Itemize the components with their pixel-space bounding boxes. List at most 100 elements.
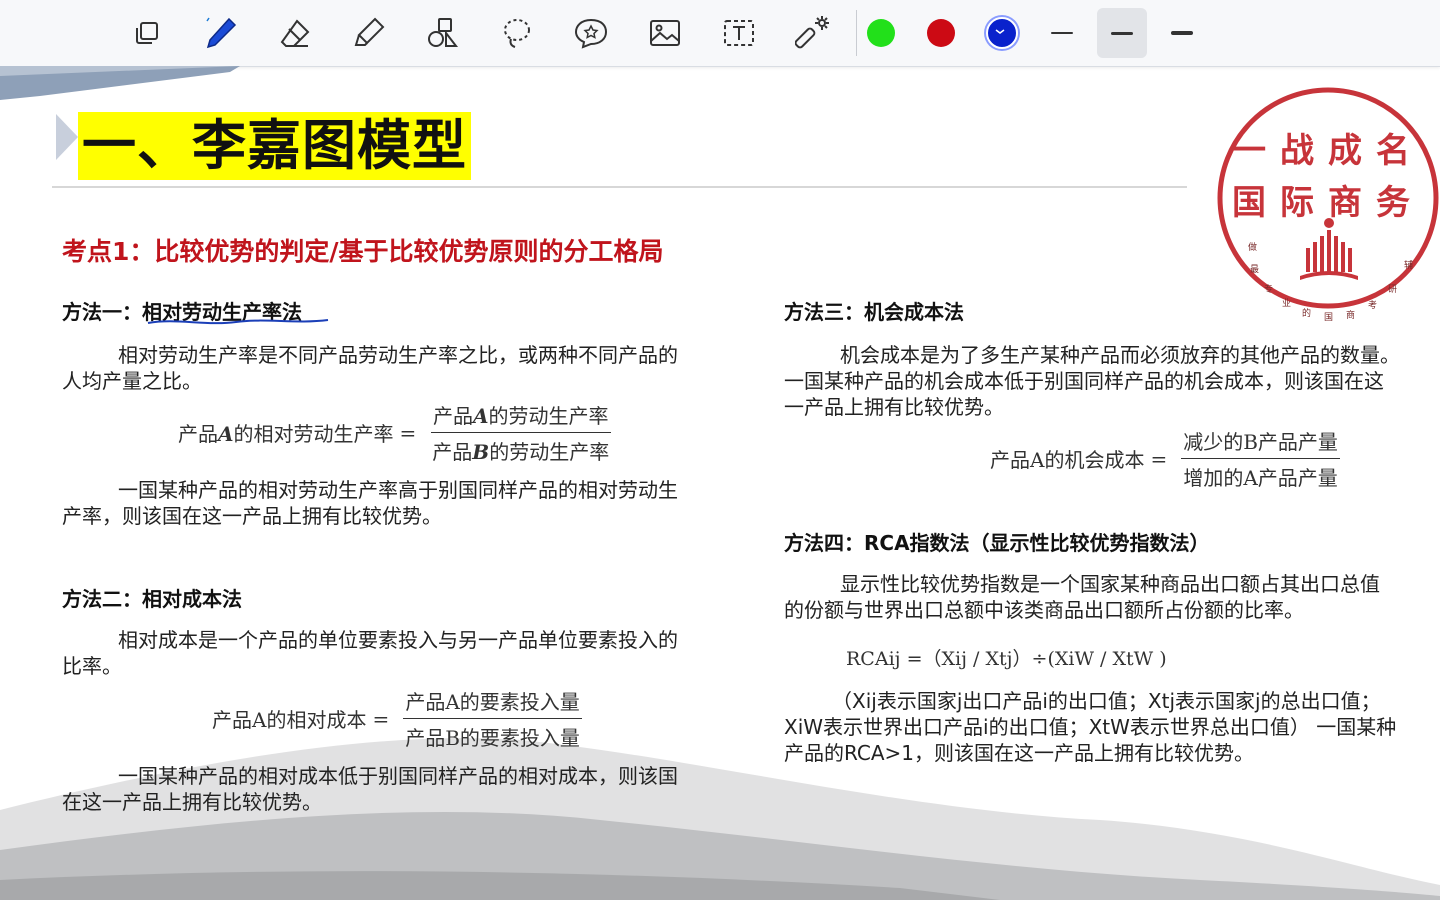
svg-text:研: 研: [1388, 284, 1397, 295]
f2-lhs: 产品A的相对成本: [212, 708, 367, 732]
method1-label: 方法一：: [62, 300, 142, 324]
method4-para-line1: 显示性比较优势指数是一个国家某种商品出口额占其出口总值: [840, 572, 1380, 596]
method2-paragraph2: 一国某种产品的相对成本低于别国同样产品的相对成本，则该国 在这一产品上拥有比较优…: [62, 763, 742, 815]
svg-text:最: 最: [1250, 264, 1259, 275]
f2-den: 产品B的要素投入量: [405, 726, 580, 750]
method1-para2-line1: 一国某种产品的相对劳动生产率高于别国同样产品的相对劳动生: [118, 478, 678, 502]
color-red-swatch[interactable]: [927, 19, 955, 47]
svg-text:业: 业: [1282, 298, 1291, 309]
f3-lhs: 产品A的机会成本: [990, 448, 1145, 472]
f1-num-var: A: [472, 404, 489, 428]
f1-lhs-pre: 产品: [178, 422, 218, 446]
method3-paragraph: 机会成本是为了多生产某种产品而必须放弃的其他产品的数量。 一国某种产品的机会成本…: [784, 342, 1440, 420]
method1-para1-line2: 人均产量之比。: [62, 369, 202, 393]
method4-note-line2: XiW表示世界出口产品i的出口值；XtW表示世界总出口值） 一国某种: [784, 715, 1397, 739]
laser-pointer-icon: [795, 16, 829, 49]
method3-para-line2: 一国某种产品的机会成本低于别国同样产品的机会成本，则该国在这: [784, 369, 1384, 393]
method4-note-line3: 产品的RCA>1，则该国在这一产品上拥有比较优势。: [784, 741, 1255, 765]
slide: 一、李嘉图模型 考点1：比较优势的判定/基于比较优势原则的分工格局 方法一： 相对…: [0, 66, 1440, 900]
method2-para2-line2: 在这一产品上拥有比较优势。: [62, 790, 322, 814]
color-blue-swatch-wrap[interactable]: [977, 8, 1027, 58]
f1-num-pre: 产品: [432, 404, 473, 428]
method4-note-line1: （Xij表示国家j出口产品i的出口值；Xtj表示国家j的总出口值；: [832, 689, 1381, 713]
method3-para-line3: 一产品上拥有比较优势。: [784, 395, 1004, 419]
method3-heading: 方法三：机会成本法: [784, 300, 964, 324]
page-title: 一、李嘉图模型: [78, 112, 471, 180]
method2-formula: 产品A的相对成本 = 产品A的要素投入量 产品B的要素投入量: [212, 686, 582, 751]
pen-tool-button[interactable]: [196, 8, 246, 58]
method3-formula: 产品A的机会成本 = 减少的B产品产量 增加的A产品产量: [990, 426, 1340, 491]
svg-text:考: 考: [1368, 300, 1377, 311]
highlighter-tool-button[interactable]: [344, 8, 394, 58]
f3-den: 增加的A产品产量: [1183, 466, 1338, 490]
star-bubble-icon: [574, 18, 608, 49]
pen-icon: [206, 17, 237, 49]
method2-para2-line1: 一国某种产品的相对成本低于别国同样产品的相对成本，则该国: [118, 764, 678, 788]
svg-text:商: 商: [1346, 309, 1355, 321]
eraser-tool-button[interactable]: [270, 8, 320, 58]
rca-formula: RCAij =（Xij / Xtj）÷(XiW / XtW ): [846, 648, 1167, 670]
laser-tool-button[interactable]: [788, 8, 838, 58]
color-blue-swatch[interactable]: [986, 17, 1018, 49]
shapes-tool-button[interactable]: [418, 8, 468, 58]
method1-fraction: 产品A的劳动生产率 产品B的劳动生产率: [430, 400, 611, 465]
method2-paragraph1: 相对成本是一个产品的单位要素投入与另一产品单位要素投入的 比率。: [62, 627, 742, 679]
eraser-icon: [280, 19, 310, 47]
method1-formula: 产品A的相对劳动生产率 = 产品A的劳动生产率 产品B的劳动生产率: [178, 400, 611, 465]
chevron-down-icon: [995, 29, 1005, 34]
method1-paragraph2: 一国某种产品的相对劳动生产率高于别国同样产品的相对劳动生 产率，则该国在这一产品…: [62, 477, 742, 529]
sticker-tool-button[interactable]: [566, 8, 616, 58]
method2-para1-line1: 相对成本是一个产品的单位要素投入与另一产品单位要素投入的: [118, 628, 678, 652]
svg-text:国: 国: [1324, 312, 1333, 323]
method1-para2-line2: 产率，则该国在这一产品上拥有比较优势。: [62, 504, 442, 528]
f1-den-var: B: [472, 440, 490, 464]
title-divider: [52, 186, 1187, 188]
brand-stamp-logo: 一战成名 国际商务 做最专业 的 国 商 考 研 辅: [1217, 87, 1439, 323]
method2-para1-line2: 比率。: [62, 654, 122, 678]
f1-den-post: 的劳动生产率: [489, 440, 610, 464]
stamp-line2: 国际商务: [1232, 183, 1424, 223]
method4-paragraph: 显示性比较优势指数是一个国家某种商品出口额占其出口总值 的份额与世界出口总额中该…: [784, 571, 1440, 623]
select-tool-button[interactable]: [122, 8, 172, 58]
title-arrow-icon: [56, 114, 78, 160]
method3-para-line1: 机会成本是为了多生产某种产品而必须放弃的其他产品的数量。: [840, 343, 1400, 367]
method2-heading: 方法二：相对成本法: [62, 587, 242, 611]
lasso-icon: [504, 19, 530, 48]
method2-fraction: 产品A的要素投入量 产品B的要素投入量: [403, 686, 582, 751]
f2-num: 产品A的要素投入量: [403, 686, 582, 719]
blue-ink-underline: [147, 319, 329, 325]
image-icon: [650, 20, 680, 46]
method3-fraction: 减少的B产品产量 增加的A产品产量: [1181, 426, 1340, 491]
f1-den-pre: 产品: [432, 440, 473, 464]
toolbar: [0, 0, 1440, 67]
stroke-medium-button[interactable]: [1097, 8, 1147, 58]
stroke-thick-button[interactable]: [1157, 8, 1207, 58]
method1-paragraph1: 相对劳动生产率是不同产品劳动生产率之比，或两种不同产品的 人均产量之比。: [62, 342, 742, 394]
svg-text:辅: 辅: [1404, 259, 1413, 271]
lasso-tool-button[interactable]: [492, 8, 542, 58]
method1-para1-line1: 相对劳动生产率是不同产品劳动生产率之比，或两种不同产品的: [118, 343, 678, 367]
svg-text:的: 的: [1302, 307, 1311, 319]
svg-text:做: 做: [1248, 241, 1257, 253]
f1-lhs-post: 的相对劳动生产率: [233, 422, 394, 446]
shapes-icon: [428, 18, 459, 47]
text-tool-button[interactable]: [714, 8, 764, 58]
f1-lhs-var: A: [218, 422, 234, 446]
method4-heading: 方法四：RCA指数法（显示性比较优势指数法）: [784, 531, 1210, 555]
image-tool-button[interactable]: [640, 8, 690, 58]
section-heading: 考点1：比较优势的判定/基于比较优势原则的分工格局: [62, 237, 664, 266]
stamp-line1: 一战成名: [1232, 131, 1424, 171]
text-box-icon: [724, 20, 754, 46]
page-title-text: 一、李嘉图模型: [82, 114, 467, 177]
method4-note: （Xij表示国家j出口产品i的出口值；Xtj表示国家j的总出口值； XiW表示世…: [784, 688, 1440, 766]
f3-num: 减少的B产品产量: [1181, 426, 1340, 459]
svg-text:专: 专: [1264, 283, 1273, 295]
highlighter-icon: [354, 17, 385, 46]
layers-icon: [136, 22, 158, 44]
color-green-swatch[interactable]: [867, 19, 895, 47]
toolbar-separator: [856, 10, 857, 56]
corner-decoration: [0, 66, 240, 100]
method4-para-line2: 的份额与世界出口总额中该类商品出口额所占份额的比率。: [784, 598, 1304, 622]
f1-num-post: 的劳动生产率: [488, 404, 609, 428]
stroke-thin-button[interactable]: [1037, 8, 1087, 58]
